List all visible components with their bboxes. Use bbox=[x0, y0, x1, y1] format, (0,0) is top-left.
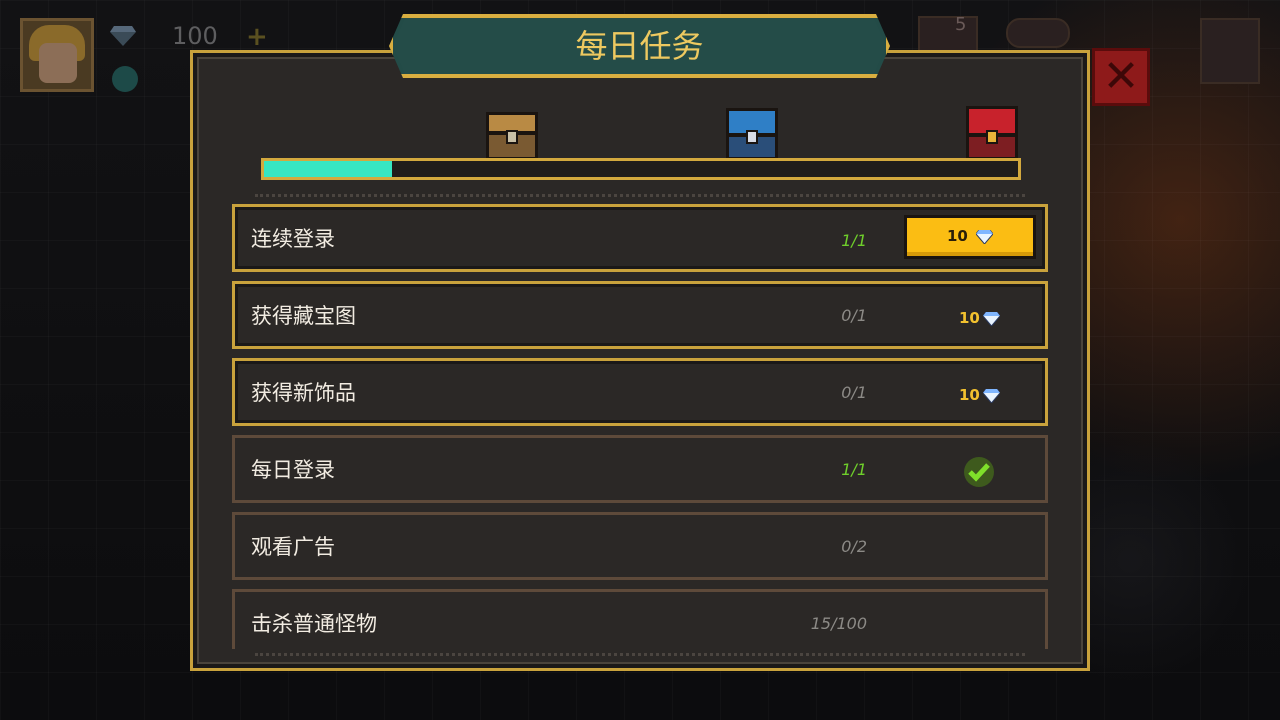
diamond-icon bbox=[982, 311, 1000, 326]
task-progress: 1/1 bbox=[841, 231, 867, 250]
task-progress: 0/2 bbox=[841, 537, 867, 556]
chest-lock bbox=[506, 130, 518, 144]
chest-lock bbox=[746, 130, 758, 144]
task-progress: 15/100 bbox=[810, 614, 867, 633]
task-row: 获得新饰品 0/1 10 bbox=[232, 358, 1048, 426]
gem-count: 100 bbox=[172, 22, 218, 50]
chest-progress-bar bbox=[261, 158, 1021, 180]
mail-badge: 5 bbox=[955, 14, 967, 35]
reward-amount: 10 bbox=[946, 227, 968, 245]
red-chest-icon[interactable] bbox=[966, 106, 1018, 160]
task-row: 观看广告 0/2 bbox=[232, 512, 1048, 580]
task-row: 获得藏宝图 0/1 10 bbox=[232, 281, 1048, 349]
task-label: 观看广告 bbox=[251, 535, 335, 559]
diamond-icon bbox=[976, 229, 994, 244]
task-label: 击杀普通怪物 bbox=[251, 612, 377, 636]
avatar-face bbox=[39, 43, 77, 83]
task-row: 击杀普通怪物 15/100 bbox=[232, 589, 1048, 649]
add-gems-icon[interactable]: + bbox=[246, 22, 268, 52]
task-label: 获得新饰品 bbox=[251, 381, 356, 405]
gem-icon bbox=[110, 26, 136, 46]
close-button[interactable]: ✕ bbox=[1092, 48, 1150, 106]
task-progress: 0/1 bbox=[841, 383, 867, 402]
task-reward: 10 bbox=[959, 304, 1000, 332]
chest-progress-fill bbox=[264, 161, 393, 177]
battery-icon bbox=[1006, 18, 1070, 48]
divider bbox=[255, 194, 1025, 197]
wooden-chest-icon[interactable] bbox=[486, 112, 538, 160]
divider bbox=[255, 653, 1025, 656]
energy-icon bbox=[112, 66, 138, 92]
task-label: 连续登录 bbox=[251, 227, 335, 251]
task-progress: 1/1 bbox=[841, 460, 867, 479]
task-row: 每日登录 1/1 bbox=[232, 435, 1048, 503]
dialog-title: 每日任务 bbox=[575, 27, 704, 65]
task-label: 每日登录 bbox=[251, 458, 335, 482]
blue-chest-icon[interactable] bbox=[726, 108, 778, 160]
diamond-icon bbox=[982, 388, 1000, 403]
task-progress: 0/1 bbox=[841, 306, 867, 325]
settings-icon[interactable] bbox=[1200, 18, 1260, 84]
player-avatar[interactable] bbox=[20, 18, 94, 92]
claim-reward-button[interactable]: 10 bbox=[904, 215, 1036, 259]
task-label: 获得藏宝图 bbox=[251, 304, 356, 328]
task-reward: 10 bbox=[959, 381, 1000, 409]
reward-amount: 10 bbox=[959, 309, 980, 327]
completed-check-icon bbox=[964, 457, 994, 487]
reward-amount: 10 bbox=[959, 386, 980, 404]
close-icon: ✕ bbox=[1102, 51, 1140, 102]
chest-lock bbox=[986, 130, 998, 144]
task-row: 连续登录 1/1 10 bbox=[232, 204, 1048, 272]
